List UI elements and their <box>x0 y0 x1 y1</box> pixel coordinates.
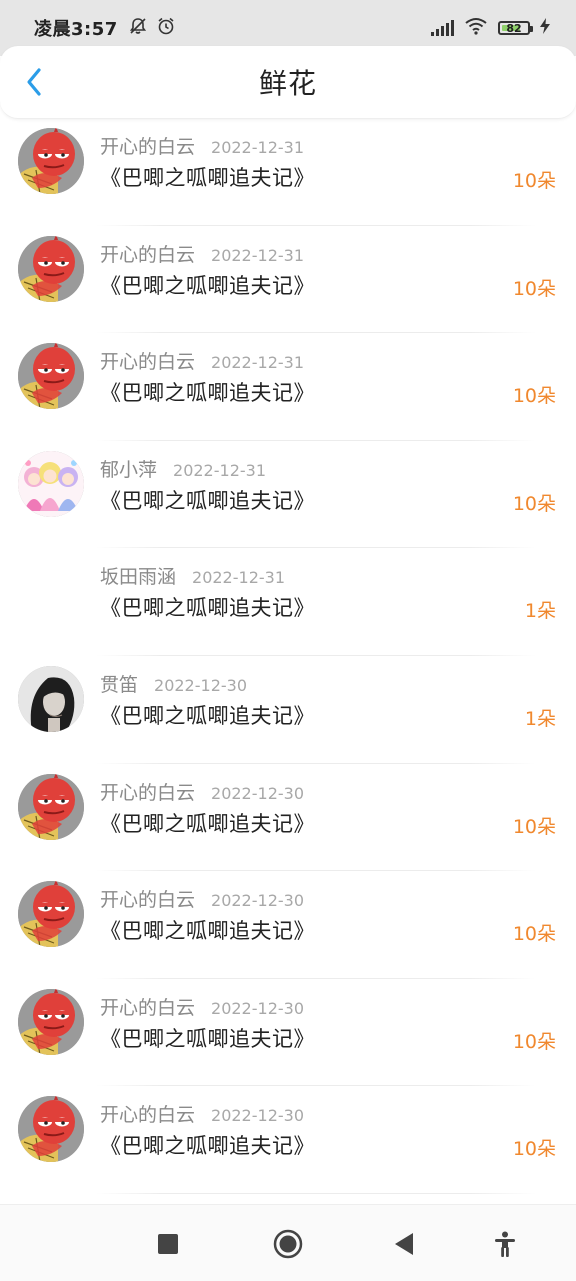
flower-count: 10朵 <box>512 277 556 300</box>
user-name[interactable]: 开心的白云 <box>100 993 195 1020</box>
list-item[interactable]: 开心的白云 2022-12-30 《巴唧之呱唧追夫记》 10朵 <box>0 764 576 872</box>
item-meta: 开心的白云 2022-12-31 <box>100 132 304 159</box>
flower-count: 10朵 <box>512 1138 556 1161</box>
gift-date: 2022-12-31 <box>173 460 266 480</box>
gift-date: 2022-12-30 <box>211 891 304 911</box>
flower-count: 10朵 <box>512 815 556 838</box>
page-title: 鲜花 <box>258 67 317 100</box>
flower-count: 10朵 <box>512 492 556 515</box>
book-title[interactable]: 《巴唧之呱唧追夫记》 <box>100 377 315 407</box>
avatar[interactable] <box>18 665 84 732</box>
book-title[interactable]: 《巴唧之呱唧追夫记》 <box>100 485 315 515</box>
item-meta: 贯笛 2022-12-30 <box>100 670 247 697</box>
item-meta: 郁小萍 2022-12-31 <box>100 455 266 482</box>
avatar[interactable] <box>18 881 84 948</box>
flower-count: 1朵 <box>524 600 556 623</box>
signal-icon <box>431 20 454 36</box>
user-name[interactable]: 坂田雨涵 <box>100 562 176 589</box>
gift-date: 2022-12-30 <box>211 1106 304 1126</box>
gift-date: 2022-12-31 <box>211 138 304 157</box>
item-meta: 开心的白云 2022-12-30 <box>100 778 304 805</box>
back-button[interactable] <box>14 60 54 104</box>
mute-bell-icon <box>128 16 148 40</box>
avatar[interactable] <box>18 558 84 624</box>
item-meta: 坂田雨涵 2022-12-31 <box>100 562 285 589</box>
alarm-clock-icon <box>156 16 176 40</box>
battery-level: 82 <box>506 21 522 35</box>
list-item[interactable]: 开心的白云 2022-12-30 《巴唧之呱唧追夫记》 10朵 <box>0 979 576 1087</box>
recents-square-icon[interactable] <box>151 1227 185 1261</box>
avatar[interactable] <box>18 450 84 517</box>
user-name[interactable]: 郁小萍 <box>100 455 157 482</box>
avatar[interactable] <box>18 1096 84 1163</box>
flower-count: 1朵 <box>524 707 556 730</box>
home-circle-icon[interactable] <box>271 1227 305 1261</box>
list-item[interactable]: 贯笛 2022-12-30 《巴唧之呱唧追夫记》 1朵 <box>0 656 576 764</box>
item-meta: 开心的白云 2022-12-31 <box>100 347 304 374</box>
avatar[interactable] <box>18 988 84 1055</box>
book-title[interactable]: 《巴唧之呱唧追夫记》 <box>100 162 315 192</box>
flower-count: 10朵 <box>512 170 556 192</box>
divider <box>96 1192 536 1194</box>
item-meta: 开心的白云 2022-12-30 <box>100 993 304 1020</box>
accessibility-icon[interactable] <box>488 1227 522 1261</box>
gift-date: 2022-12-31 <box>211 353 304 373</box>
item-meta: 开心的白云 2022-12-31 <box>100 240 304 267</box>
avatar[interactable] <box>18 235 84 302</box>
system-nav-bar <box>0 1204 576 1281</box>
gift-date: 2022-12-31 <box>192 568 285 588</box>
wifi-icon <box>464 17 488 39</box>
user-name[interactable]: 开心的白云 <box>100 885 195 912</box>
list-item[interactable]: 坂田雨涵 2022-12-31 《巴唧之呱唧追夫记》 1朵 <box>0 548 576 656</box>
book-title[interactable]: 《巴唧之呱唧追夫记》 <box>100 808 315 838</box>
flower-count: 10朵 <box>512 923 556 946</box>
battery-icon: 82 <box>498 21 533 35</box>
book-title[interactable]: 《巴唧之呱唧追夫记》 <box>100 1130 315 1160</box>
flower-count: 10朵 <box>512 385 556 408</box>
list-item[interactable]: 开心的白云 2022-12-31 《巴唧之呱唧追夫记》 10朵 <box>0 118 576 226</box>
status-time: 凌晨3:57 <box>34 19 118 40</box>
user-name[interactable]: 开心的白云 <box>100 347 195 374</box>
list-item[interactable]: 开心的白云 2022-12-30 《巴唧之呱唧追夫记》 10朵 <box>0 871 576 979</box>
book-title[interactable]: 《巴唧之呱唧追夫记》 <box>100 915 315 945</box>
chevron-left-icon <box>27 68 41 96</box>
app-header: 鲜花 <box>0 46 576 119</box>
gift-date: 2022-12-30 <box>211 783 304 803</box>
gift-date: 2022-12-30 <box>154 675 247 695</box>
flower-count: 10朵 <box>512 1030 556 1053</box>
avatar[interactable] <box>18 343 84 410</box>
user-name[interactable]: 开心的白云 <box>100 778 195 805</box>
back-triangle-icon[interactable] <box>388 1227 422 1261</box>
gift-date: 2022-12-31 <box>211 245 304 265</box>
list-item[interactable]: 开心的白云 2022-12-31 《巴唧之呱唧追夫记》 10朵 <box>0 226 576 334</box>
book-title[interactable]: 《巴唧之呱唧追夫记》 <box>100 270 315 300</box>
list-item[interactable]: 开心的白云 2022-12-31 《巴唧之呱唧追夫记》 10朵 <box>0 333 576 441</box>
avatar[interactable] <box>18 128 84 194</box>
user-name[interactable]: 开心的白云 <box>100 1100 195 1127</box>
gift-date: 2022-12-30 <box>211 998 304 1018</box>
list-item[interactable]: 郁小萍 2022-12-31 《巴唧之呱唧追夫记》 10朵 <box>0 441 576 549</box>
user-name[interactable]: 贯笛 <box>100 670 138 697</box>
list-item[interactable]: 开心的白云 2022-12-30 《巴唧之呱唧追夫记》 10朵 <box>0 1086 576 1194</box>
item-meta: 开心的白云 2022-12-30 <box>100 885 304 912</box>
book-title[interactable]: 《巴唧之呱唧追夫记》 <box>100 1023 315 1053</box>
avatar[interactable] <box>18 773 84 840</box>
user-name[interactable]: 开心的白云 <box>100 132 195 159</box>
user-name[interactable]: 开心的白云 <box>100 240 195 267</box>
item-meta: 开心的白云 2022-12-30 <box>100 1100 304 1127</box>
flower-list: 开心的白云 2022-12-31 《巴唧之呱唧追夫记》 10朵 开心的白云 2022-12… <box>0 118 576 1194</box>
book-title[interactable]: 《巴唧之呱唧追夫记》 <box>100 700 315 730</box>
book-title[interactable]: 《巴唧之呱唧追夫记》 <box>100 592 315 622</box>
charging-bolt-icon <box>540 18 550 38</box>
